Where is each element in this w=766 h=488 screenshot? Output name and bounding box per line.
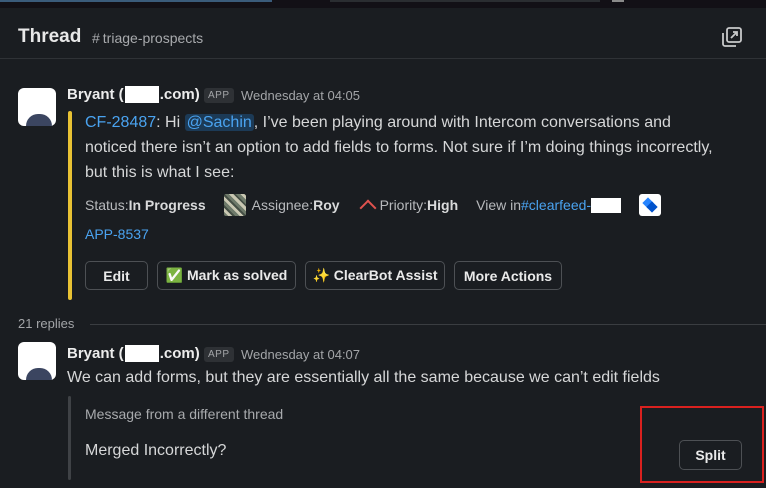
- replies-divider: 21 replies: [18, 316, 766, 332]
- channel-name: triage-prospects: [102, 30, 204, 46]
- channel-link-text: #clearfeed-: [521, 196, 592, 213]
- clearbot-assist-button[interactable]: ✨ ClearBot Assist: [305, 261, 445, 290]
- hash-icon: #: [92, 30, 100, 46]
- quote-bar: [68, 111, 72, 300]
- jira-issue-link[interactable]: APP-8537: [85, 226, 149, 242]
- assignee-avatar-icon: [223, 194, 246, 216]
- app-badge: APP: [204, 88, 234, 103]
- ticket-meta-row: Status: In Progress Assignee: Roy Priori…: [85, 194, 662, 217]
- avatar[interactable]: [18, 88, 56, 126]
- channel-name-link[interactable]: # triage-prospects: [92, 30, 203, 46]
- split-button[interactable]: Split: [679, 440, 742, 470]
- priority-value: High: [427, 197, 459, 213]
- sender-name-prefix: Bryant (: [67, 86, 124, 103]
- sender-name-prefix: Bryant (: [67, 345, 124, 362]
- more-actions-button[interactable]: More Actions: [454, 261, 562, 290]
- priority-up-icon: [359, 199, 377, 217]
- avatar[interactable]: [18, 342, 56, 380]
- view-in-label: View in: [476, 197, 522, 213]
- priority-label: Priority:: [379, 197, 428, 213]
- jira-icon[interactable]: [639, 194, 662, 216]
- sender-name-suffix: .com): [159, 86, 200, 103]
- sender-name-suffix: .com): [159, 345, 200, 362]
- different-thread-note: Message from a different thread: [85, 406, 284, 422]
- edit-button[interactable]: Edit: [85, 261, 148, 290]
- top-bar-segment: [0, 0, 272, 2]
- status-value: In Progress: [128, 197, 206, 213]
- app-badge: APP: [204, 347, 234, 362]
- avatar-figure: [26, 368, 52, 380]
- status-label: Status:: [85, 197, 129, 213]
- timestamp[interactable]: Wednesday at 04:05: [241, 88, 360, 103]
- ticket-link[interactable]: CF-28487: [85, 114, 156, 131]
- assignee-value: Roy: [313, 197, 340, 213]
- attachment-bar: [68, 396, 71, 480]
- merged-incorrectly-question: Merged Incorrectly?: [85, 442, 227, 459]
- redacted-block: [124, 86, 159, 103]
- thread-title: Thread: [18, 26, 82, 47]
- popout-icon[interactable]: [721, 26, 743, 48]
- assignee-label: Assignee:: [251, 197, 314, 213]
- divider-line: [90, 324, 766, 325]
- top-bar-segment: [330, 0, 600, 2]
- replies-count: 21 replies: [18, 316, 75, 331]
- redacted-block: [591, 198, 622, 214]
- message-body: CF-28487: Hi @Sachin, I’ve been playing …: [85, 110, 715, 185]
- greeting-text: : Hi: [156, 114, 185, 131]
- thread-header: Thread # triage-prospects: [0, 8, 766, 59]
- top-bar-segment: [612, 0, 624, 2]
- avatar-figure: [26, 114, 52, 126]
- sender-name[interactable]: Bryant ( .com): [67, 86, 200, 103]
- top-window-bar: [0, 0, 766, 8]
- user-mention[interactable]: @Sachin: [184, 114, 254, 131]
- message-body: We can add forms, but they are essential…: [67, 369, 660, 386]
- sender-name[interactable]: Bryant ( .com): [67, 345, 200, 362]
- redacted-block: [124, 345, 159, 362]
- timestamp[interactable]: Wednesday at 04:07: [241, 347, 360, 362]
- mark-solved-button[interactable]: ✅ Mark as solved: [157, 261, 296, 290]
- channel-link[interactable]: #clearfeed-: [521, 196, 622, 214]
